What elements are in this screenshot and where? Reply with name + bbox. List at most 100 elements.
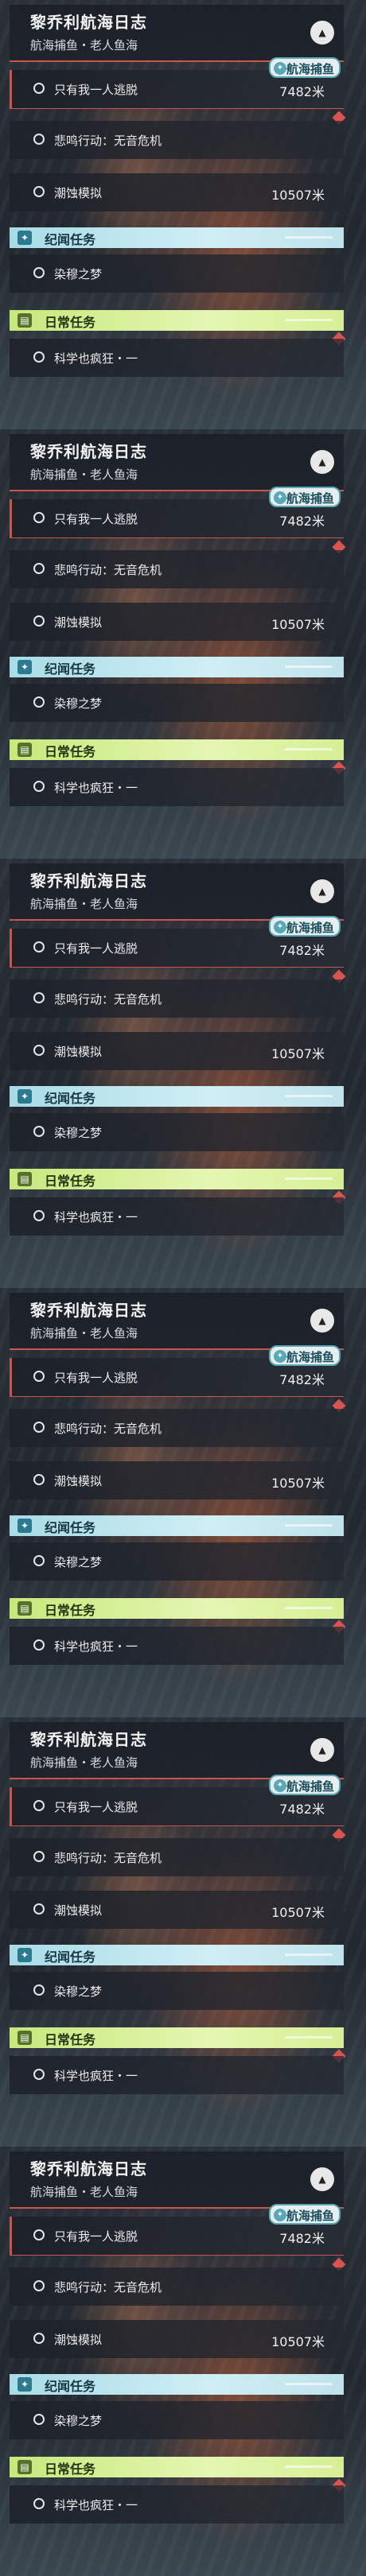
legend-quest-header[interactable]: ✦ 纪闻任务 — [10, 227, 344, 248]
quest-label: 染穆之梦 — [54, 1984, 103, 1999]
quest-row[interactable]: 潮蚀模拟 10507米 — [10, 603, 344, 641]
quest-distance: 7482米 — [279, 1802, 325, 1817]
quest-label: 染穆之梦 — [54, 1126, 103, 1140]
panel-header[interactable]: 黎乔利航海日志 航海捕鱼・老人鱼海 ▲ — [10, 863, 344, 921]
chevron-up-icon: ▲ — [318, 2174, 326, 2185]
legend-quest-header[interactable]: ✦ 纪闻任务 — [10, 1945, 344, 1965]
panel-header[interactable]: 黎乔利航海日志 航海捕鱼・老人鱼海 ▲ — [10, 1722, 344, 1779]
radio-icon — [33, 615, 45, 627]
header-decoration — [285, 1607, 333, 1609]
legend-quest-header[interactable]: ✦ 纪闻任务 — [10, 2374, 344, 2395]
quest-row[interactable]: 悲鸣行动：无音危机 — [10, 121, 344, 159]
legend-quest-label: 纪闻任务 — [45, 232, 96, 247]
selected-edge — [10, 2217, 12, 2255]
chevron-up-icon: ▲ — [318, 886, 326, 897]
radio-icon — [33, 2229, 45, 2240]
collapse-button[interactable]: ▲ — [310, 21, 334, 45]
legend-quest-header[interactable]: ✦ 纪闻任务 — [10, 1515, 344, 1536]
panel-title: 黎乔利航海日志 — [30, 13, 147, 32]
quest-label: 悲鸣行动：无音危机 — [54, 992, 162, 1007]
fishing-icon: ✦ — [274, 1779, 286, 1792]
legend-quest-header[interactable]: ✦ 纪闻任务 — [10, 657, 344, 677]
quest-label: 潮蚀模拟 — [54, 1474, 103, 1488]
quest-row[interactable]: 科学也疯狂・一 — [10, 2056, 344, 2094]
fishing-tag-label: 航海捕鱼 — [286, 921, 334, 935]
quest-label: 染穆之梦 — [54, 267, 103, 281]
quest-row[interactable]: 科学也疯狂・一 — [10, 2485, 344, 2524]
daily-quest-header[interactable]: ▤ 日常任务 — [10, 310, 344, 331]
quest-row[interactable]: 染穆之梦 — [10, 1972, 344, 2010]
radio-icon — [33, 351, 45, 363]
daily-quest-header[interactable]: ▤ 日常任务 — [10, 2027, 344, 2048]
fishing-tag: ✦ 航海捕鱼 — [269, 2204, 341, 2225]
quest-row[interactable]: 悲鸣行动：无音危机 — [10, 550, 344, 588]
calendar-icon: ▤ — [18, 1601, 32, 1616]
quest-row[interactable]: 潮蚀模拟 10507米 — [10, 1032, 344, 1070]
daily-quest-label: 日常任务 — [45, 744, 96, 759]
fishing-tag: ✦ 航海捕鱼 — [269, 1345, 341, 1366]
fishing-tag: ✦ 航海捕鱼 — [269, 916, 341, 937]
collapse-button[interactable]: ▲ — [310, 2167, 334, 2191]
quest-distance: 10507米 — [271, 2334, 325, 2349]
fishing-tag-label: 航海捕鱼 — [286, 1779, 334, 1794]
collapse-button[interactable]: ▲ — [310, 450, 334, 474]
quest-row[interactable]: 科学也疯狂・一 — [10, 1197, 344, 1236]
radio-icon — [33, 563, 45, 574]
quest-row[interactable]: 染穆之梦 — [10, 1113, 344, 1151]
quest-row[interactable]: 染穆之梦 — [10, 684, 344, 722]
collapse-button[interactable]: ▲ — [310, 879, 334, 903]
quest-label: 科学也疯狂・一 — [54, 2498, 138, 2512]
radio-icon — [33, 1371, 45, 1382]
daily-quest-header[interactable]: ▤ 日常任务 — [10, 739, 344, 760]
daily-quest-header[interactable]: ▤ 日常任务 — [10, 2457, 344, 2477]
radio-icon — [33, 1800, 45, 1811]
daily-quest-header[interactable]: ▤ 日常任务 — [10, 1169, 344, 1189]
quest-row[interactable]: 悲鸣行动：无音危机 — [10, 980, 344, 1018]
quest-label: 悲鸣行动：无音危机 — [54, 2280, 162, 2295]
panel-header[interactable]: 黎乔利航海日志 航海捕鱼・老人鱼海 ▲ — [10, 5, 344, 62]
quest-row[interactable]: 潮蚀模拟 10507米 — [10, 2320, 344, 2358]
quest-label: 潮蚀模拟 — [54, 1903, 103, 1918]
header-decoration — [285, 319, 333, 321]
quest-row[interactable]: 科学也疯狂・一 — [10, 768, 344, 806]
quest-row[interactable]: 潮蚀模拟 10507米 — [10, 173, 344, 211]
panel-header[interactable]: 黎乔利航海日志 航海捕鱼・老人鱼海 ▲ — [10, 1293, 344, 1350]
collapse-button[interactable]: ▲ — [310, 1309, 334, 1333]
chevron-up-icon: ▲ — [318, 27, 326, 38]
radio-icon — [33, 1126, 45, 1137]
quest-label: 只有我一人逃脱 — [54, 83, 138, 97]
panel-header[interactable]: 黎乔利航海日志 航海捕鱼・老人鱼海 ▲ — [10, 434, 344, 491]
radio-icon — [33, 2498, 45, 2509]
quest-row[interactable]: 染穆之梦 — [10, 2401, 344, 2439]
task-tracker-panel: 黎乔利航海日志 航海捕鱼・老人鱼海 ▲ ✦ 航海捕鱼 只有我一人逃脱 7482米… — [0, 1288, 366, 1717]
quest-row[interactable]: 潮蚀模拟 10507米 — [10, 1461, 344, 1499]
quest-row[interactable]: 潮蚀模拟 10507米 — [10, 1891, 344, 1929]
daily-quest-header[interactable]: ▤ 日常任务 — [10, 1598, 344, 1619]
quest-row[interactable]: 悲鸣行动：无音危机 — [10, 1838, 344, 1876]
task-tracker-stack: 黎乔利航海日志 航海捕鱼・老人鱼海 ▲ ✦ 航海捕鱼 只有我一人逃脱 7482米… — [0, 0, 366, 2576]
daily-quest-label: 日常任务 — [45, 1174, 96, 1189]
radio-icon — [33, 1851, 45, 1862]
panel-title: 黎乔利航海日志 — [30, 871, 147, 890]
header-decoration — [285, 1177, 333, 1180]
calendar-icon: ▤ — [18, 2031, 32, 2045]
radio-icon — [33, 696, 45, 708]
quest-row[interactable]: 科学也疯狂・一 — [10, 339, 344, 377]
panel-subtitle: 航海捕鱼・老人鱼海 — [30, 2185, 138, 2199]
quest-label: 悲鸣行动：无音危机 — [54, 1851, 162, 1865]
quest-row[interactable]: 悲鸣行动：无音危机 — [10, 2268, 344, 2306]
quest-label: 只有我一人逃脱 — [54, 512, 138, 526]
quest-row[interactable]: 科学也疯狂・一 — [10, 1627, 344, 1665]
collapse-button[interactable]: ▲ — [310, 1738, 334, 1762]
panel-subtitle: 航海捕鱼・老人鱼海 — [30, 1755, 138, 1770]
header-decoration — [285, 748, 333, 751]
calendar-icon: ▤ — [18, 313, 32, 328]
quest-label: 潮蚀模拟 — [54, 615, 103, 630]
chevron-up-icon: ▲ — [318, 456, 326, 467]
quest-row[interactable]: 悲鸣行动：无音危机 — [10, 1409, 344, 1447]
quest-row[interactable]: 染穆之梦 — [10, 1542, 344, 1581]
panel-header[interactable]: 黎乔利航海日志 航海捕鱼・老人鱼海 ▲ — [10, 2151, 344, 2209]
legend-quest-header[interactable]: ✦ 纪闻任务 — [10, 1086, 344, 1107]
panel-subtitle: 航海捕鱼・老人鱼海 — [30, 1326, 138, 1340]
quest-row[interactable]: 染穆之梦 — [10, 254, 344, 293]
